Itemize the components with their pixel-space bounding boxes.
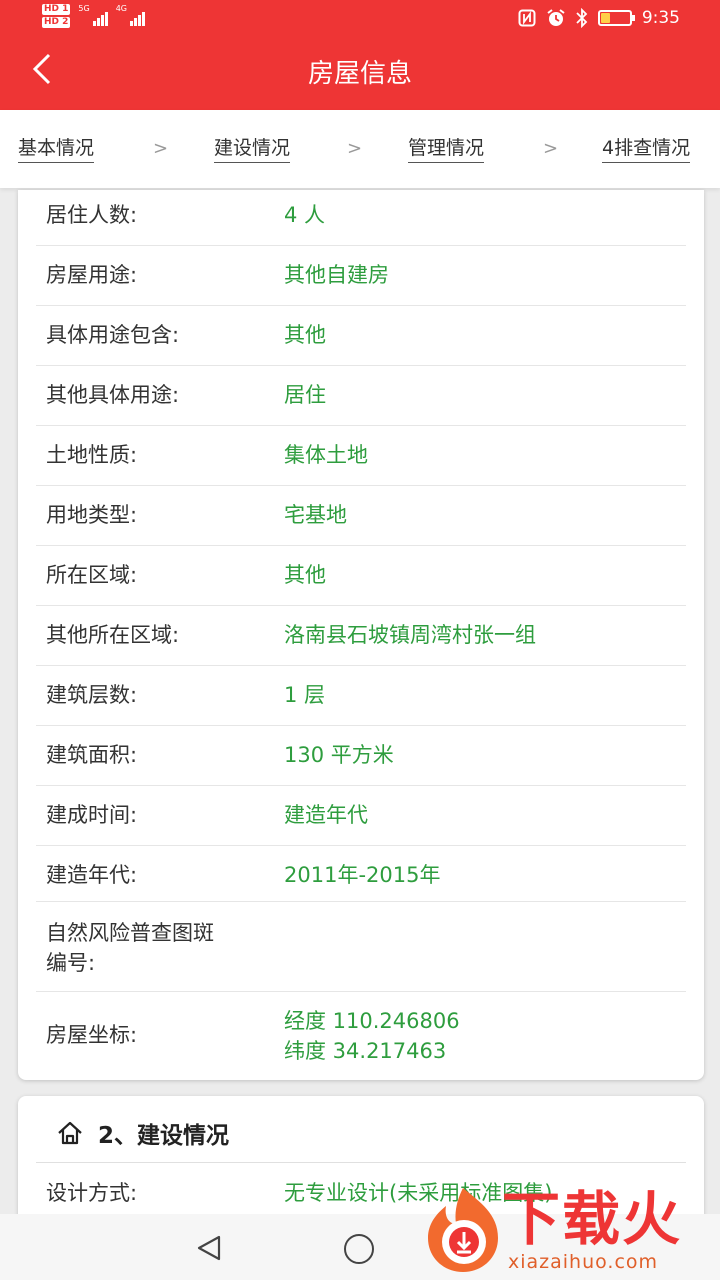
step-separator: > bbox=[543, 138, 559, 159]
longitude-value: 经度 110.246806 bbox=[284, 1009, 460, 1033]
row-label: 建造年代: bbox=[46, 863, 138, 887]
info-row-map-id: 自然风险普查图斑 编号: bbox=[36, 902, 686, 992]
row-label: 建筑层数: bbox=[46, 683, 138, 707]
info-row: 具体用途包含: 其他 bbox=[36, 306, 686, 366]
chevron-left-icon bbox=[32, 53, 51, 85]
info-row: 所在区域: 其他 bbox=[36, 546, 686, 606]
app-bar: 房屋信息 bbox=[0, 38, 720, 110]
signal-2-icon: 4G bbox=[116, 4, 145, 26]
row-label: 土地性质: bbox=[46, 443, 138, 467]
row-label: 所在区域: bbox=[46, 563, 138, 587]
alarm-icon bbox=[547, 9, 565, 26]
row-value: 其他自建房 bbox=[284, 263, 389, 287]
info-row: 其他具体用途: 居住 bbox=[36, 366, 686, 426]
flame-logo bbox=[428, 1188, 498, 1272]
row-label: 其他所在区域: bbox=[46, 623, 180, 647]
coord-label: 房屋坐标: bbox=[46, 1023, 138, 1047]
section-title: 2、建设情况 bbox=[56, 1116, 229, 1150]
section-title-text: 2、建设情况 bbox=[98, 1123, 230, 1149]
row-label: 其他具体用途: bbox=[46, 383, 180, 407]
row-value: 宅基地 bbox=[284, 503, 347, 527]
info-row: 建成时间: 建造年代 bbox=[36, 786, 686, 846]
page-title: 房屋信息 bbox=[307, 59, 412, 89]
row-value: 4 人 bbox=[284, 203, 326, 227]
watermark-brand: 下载火 bbox=[502, 1185, 683, 1253]
sim2-badge: HD 2 bbox=[42, 17, 71, 28]
info-row: 其他所在区域: 洛南县石坡镇周湾村张一组 bbox=[36, 606, 686, 666]
row-value: 130 平方米 bbox=[284, 743, 394, 767]
row-value: 洛南县石坡镇周湾村张一组 bbox=[284, 623, 536, 647]
tab-inspection[interactable]: 4排查情况 bbox=[602, 136, 691, 163]
row-label: 建成时间: bbox=[46, 803, 138, 827]
row-value: 其他 bbox=[284, 563, 326, 587]
step-tabs: 基本情况 > 建设情况 > 管理情况 > 4排查情况 bbox=[0, 110, 720, 188]
basic-info-card: 居住人数: 4 人 房屋用途: 其他自建房 具体用途包含: 其他 其他具体用途:… bbox=[18, 190, 704, 1080]
nav-back-button[interactable] bbox=[196, 1234, 222, 1262]
status-left: HD 1 HD 2 5G 4G bbox=[42, 4, 145, 28]
home-icon bbox=[58, 1121, 82, 1145]
step-separator: > bbox=[347, 138, 363, 159]
info-row: 建筑面积: 130 平方米 bbox=[36, 726, 686, 786]
row-label: 设计方式: bbox=[46, 1181, 138, 1205]
row-label: 居住人数: bbox=[46, 203, 138, 227]
info-row: 居住人数: 4 人 bbox=[36, 190, 686, 246]
row-value: 其他 bbox=[284, 323, 326, 347]
clock: 9:35 bbox=[641, 8, 680, 28]
row-label: 用地类型: bbox=[46, 503, 138, 527]
map-id-label-line2: 编号: bbox=[46, 951, 96, 975]
nfc-icon bbox=[518, 9, 536, 27]
latitude-value: 纬度 34.217463 bbox=[284, 1039, 447, 1063]
row-value: 集体土地 bbox=[284, 443, 368, 467]
info-row: 建造年代: 2011年-2015年 bbox=[36, 846, 686, 902]
row-label: 房屋用途: bbox=[46, 263, 138, 287]
tab-basic[interactable]: 基本情况 bbox=[18, 136, 95, 163]
row-value: 建造年代 bbox=[284, 803, 368, 827]
back-button[interactable] bbox=[22, 52, 62, 96]
watermark: 下载火 xiazaihuo.com bbox=[418, 1184, 714, 1280]
status-bar: HD 1 HD 2 5G 4G 9:35 bbox=[0, 0, 720, 38]
info-row-coordinates: 房屋坐标: 经度 110.246806 纬度 34.217463 bbox=[36, 992, 686, 1080]
step-separator: > bbox=[153, 138, 169, 159]
map-id-label-line1: 自然风险普查图斑 bbox=[46, 921, 214, 945]
row-value: 2011年-2015年 bbox=[284, 863, 441, 887]
row-label: 建筑面积: bbox=[46, 743, 138, 767]
row-label: 具体用途包含: bbox=[46, 323, 180, 347]
status-right: 9:35 bbox=[518, 8, 680, 28]
row-value: 1 层 bbox=[284, 683, 326, 707]
bluetooth-icon bbox=[576, 8, 588, 28]
tab-management[interactable]: 管理情况 bbox=[408, 136, 485, 163]
nav-home-button[interactable] bbox=[344, 1234, 374, 1264]
tab-construction[interactable]: 建设情况 bbox=[214, 136, 291, 163]
divider bbox=[36, 1162, 686, 1163]
battery-icon bbox=[597, 10, 635, 26]
signal-1-icon: 5G bbox=[78, 4, 108, 26]
sim1-badge: HD 1 bbox=[42, 4, 71, 15]
info-row: 建筑层数: 1 层 bbox=[36, 666, 686, 726]
info-row: 用地类型: 宅基地 bbox=[36, 486, 686, 546]
watermark-domain: xiazaihuo.com bbox=[508, 1251, 659, 1273]
info-row: 房屋用途: 其他自建房 bbox=[36, 246, 686, 306]
info-row: 土地性质: 集体土地 bbox=[36, 426, 686, 486]
row-value: 居住 bbox=[284, 383, 326, 407]
